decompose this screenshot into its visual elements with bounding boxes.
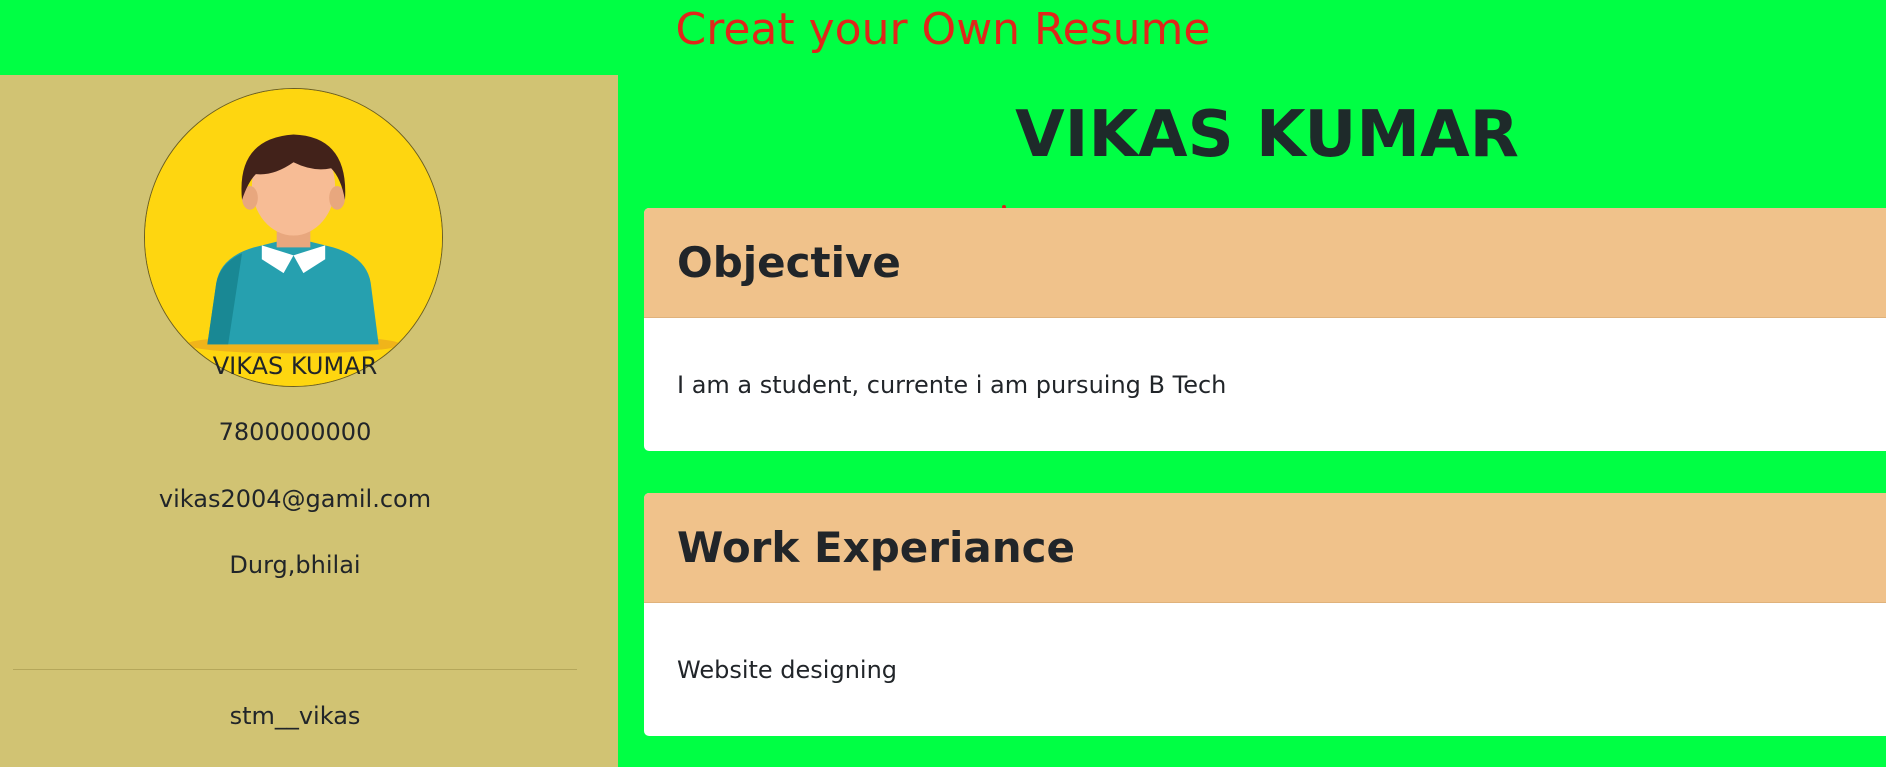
main-name-heading: VIKAS KUMAR [1015,98,1519,172]
page-header: Creat your Own Resume [0,0,1886,75]
sidebar-phone: 7800000000 [218,418,372,446]
work-experience-title: Work Experiance [677,523,1076,572]
sidebar: VIKAS KUMAR 7800000000 vikas2004@gamil.c… [0,75,618,767]
main-content: VIKAS KUMAR Objective I am a student, cu… [618,75,1886,767]
sidebar-handle: stm__vikas [229,702,361,730]
person-avatar-icon [145,89,442,386]
sidebar-name: VIKAS KUMAR [212,352,378,380]
objective-card-header: Objective [644,208,1886,318]
page-title: Creat your Own Resume [675,4,1211,55]
sidebar-location: Durg,bhilai [229,551,361,579]
objective-card: Objective I am a student, currente i am … [644,208,1886,451]
work-experience-card: Work Experiance Website designing [644,493,1886,736]
objective-title: Objective [677,238,901,287]
avatar [144,88,443,387]
objective-card-body: I am a student, currente i am pursuing B… [677,370,1227,399]
sidebar-email: vikas2004@gamil.com [158,485,432,513]
sidebar-divider [13,669,577,670]
work-experience-card-body: Website designing [677,655,898,684]
work-experience-card-header: Work Experiance [644,493,1886,603]
